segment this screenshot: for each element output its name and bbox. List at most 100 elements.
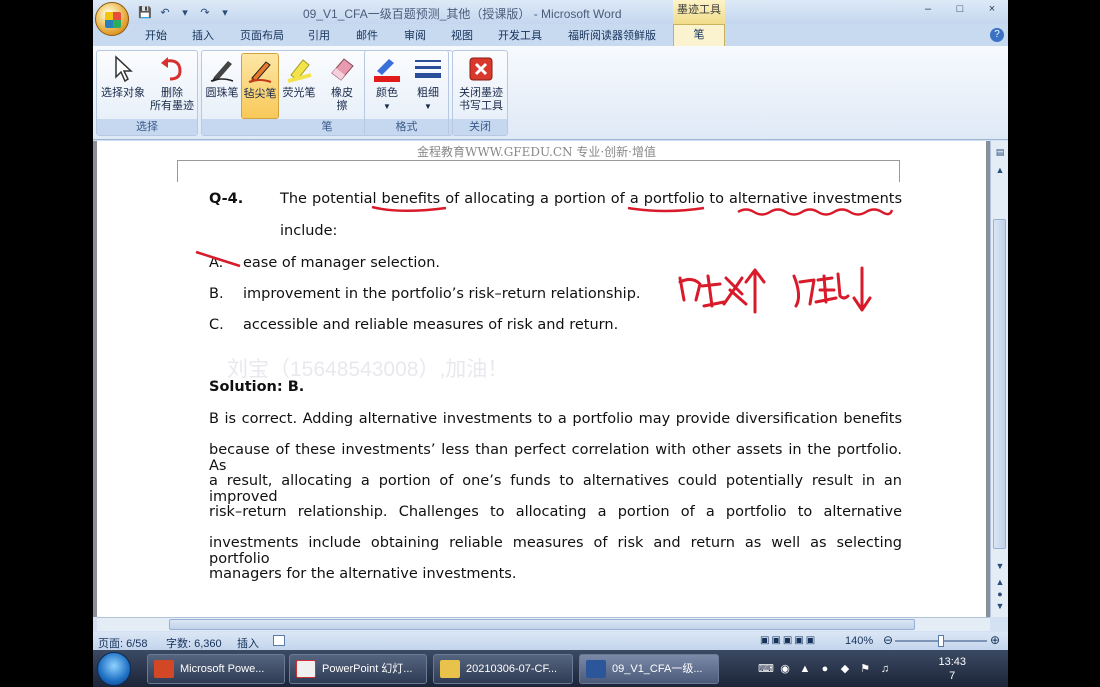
system-tray: ⌨ ◉ ▲ ● ◆ ⚑ ♫ <box>758 650 1008 687</box>
keyboard-icon[interactable]: ⌨ <box>758 662 774 676</box>
ink-tools-context-title: 墨迹工具 <box>673 0 725 24</box>
question-line-1: The potential benefits of allocating a p… <box>280 191 902 207</box>
margin-corner-right <box>899 160 900 182</box>
color-pen-icon <box>371 53 403 85</box>
undo-icon[interactable]: ↶ <box>157 4 173 20</box>
highlighter-icon <box>283 53 315 85</box>
header-divider <box>177 160 899 161</box>
word-icon <box>586 660 606 678</box>
previous-page-icon[interactable]: ▲ <box>994 577 1006 589</box>
undo-red-arrow-icon <box>156 53 188 85</box>
scroll-up-icon[interactable]: ▲ <box>994 165 1006 177</box>
scroll-down-icon[interactable]: ▼ <box>994 561 1006 573</box>
ruler-toggle-icon[interactable]: ▤ <box>994 147 1006 159</box>
zoom-in-icon[interactable]: ⊕ <box>990 633 1000 647</box>
line-weight-icon <box>412 53 444 85</box>
tab-home[interactable]: 开始 <box>145 27 167 43</box>
tab-review[interactable]: 审阅 <box>404 27 426 43</box>
tab-mailings[interactable]: 邮件 <box>356 27 378 43</box>
minimize-button[interactable]: – <box>912 0 944 20</box>
tab-page-layout[interactable]: 页面布局 <box>240 27 284 43</box>
window-title: 09_V1_CFA一级百题预测_其他（授课版） - Microsoft Word <box>303 7 622 21</box>
app-tray-icon[interactable]: ● <box>818 662 832 676</box>
help-icon[interactable]: ? <box>990 28 1004 42</box>
taskbar-item-slideshow[interactable]: PowerPoint 幻灯... <box>289 654 427 684</box>
solution-line-2: because of these investments’ less than … <box>209 442 902 474</box>
volume-icon[interactable]: ♫ <box>878 662 892 676</box>
word-count[interactable]: 字数: 6,360 <box>166 635 222 651</box>
office-button[interactable] <box>95 2 129 36</box>
tab-insert[interactable]: 插入 <box>192 27 214 43</box>
clock[interactable]: 13:43 7 <box>938 655 966 683</box>
select-object-button[interactable]: 选择对象 <box>100 53 146 100</box>
taskbar: Microsoft Powe... PowerPoint 幻灯... 20210… <box>93 650 1008 687</box>
action-center-icon[interactable]: ⚑ <box>858 662 872 676</box>
next-page-icon[interactable]: ▼ <box>994 601 1006 613</box>
office-logo-icon <box>105 12 121 28</box>
eraser-button[interactable]: 橡皮 擦 <box>322 53 362 113</box>
shield-icon[interactable]: ◆ <box>838 662 852 676</box>
option-c-text: accessible and reliable measures of risk… <box>243 317 619 333</box>
redo-icon[interactable]: ↷ <box>197 4 213 20</box>
page-count[interactable]: 页面: 6/58 <box>98 635 148 651</box>
save-icon[interactable]: 💾 <box>137 4 153 20</box>
taskbar-item-folder[interactable]: 20210306-07-CF... <box>433 654 573 684</box>
undo-dropdown-icon[interactable]: ▾ <box>177 4 193 20</box>
question-line-2: include: <box>280 223 338 239</box>
solution-line-4: risk–return relationship. Challenges to … <box>209 504 902 520</box>
macro-record-icon[interactable] <box>273 635 285 646</box>
close-button[interactable]: × <box>976 0 1008 20</box>
zoom-slider-handle[interactable] <box>938 635 944 647</box>
group-select: 选择对象 删除 所有墨迹 选择 <box>96 50 198 136</box>
taskbar-item-word[interactable]: 09_V1_CFA一级... <box>579 654 719 684</box>
margin-corner-left <box>177 160 178 182</box>
tab-developer[interactable]: 开发工具 <box>498 27 542 43</box>
close-ink-tools-button[interactable]: 关闭墨迹 书写工具 <box>455 53 507 113</box>
taskbar-item-powerpoint[interactable]: Microsoft Powe... <box>147 654 285 684</box>
zoom-out-icon[interactable]: ⊖ <box>883 633 893 647</box>
network-icon[interactable]: ◉ <box>778 662 792 676</box>
option-c-letter: C. <box>209 317 224 333</box>
group-label-select: 选择 <box>97 119 197 135</box>
view-mode-icons[interactable]: ▣▣▣▣▣ <box>760 635 817 646</box>
felt-tip-pen-button[interactable]: 毡尖笔 <box>241 53 279 119</box>
option-a-letter: A. <box>209 255 224 271</box>
customize-qat-icon[interactable]: ▾ <box>217 4 233 20</box>
vertical-scrollbar[interactable]: ▤ ▲ ▼ ▲ ● ▼ <box>990 141 1008 617</box>
solution-line-6: managers for the alternative investments… <box>209 566 517 582</box>
tab-foxit-reader[interactable]: 福昕阅读器领鲜版 <box>568 27 656 43</box>
powerpoint-icon <box>154 660 174 678</box>
tab-view[interactable]: 视图 <box>451 27 473 43</box>
solution-line-5: investments include obtaining reliable m… <box>209 535 902 567</box>
ribbon: 选择对象 删除 所有墨迹 选择 圆珠笔 毡尖笔 荧光笔 橡皮 擦 笔 颜色 ▼ … <box>93 46 1008 140</box>
highlighter-button[interactable]: 荧光笔 <box>280 53 318 100</box>
tab-references[interactable]: 引用 <box>308 27 330 43</box>
browse-object-icon[interactable]: ● <box>994 589 1006 601</box>
insert-mode[interactable]: 插入 <box>237 635 259 651</box>
slideshow-icon <box>296 660 316 678</box>
ink-color-button[interactable]: 颜色 ▼ <box>367 53 407 113</box>
ink-weight-button[interactable]: 粗细 ▼ <box>408 53 448 113</box>
group-label-close: 关闭 <box>453 119 507 135</box>
felt-tip-pen-icon <box>244 54 276 86</box>
document-page[interactable]: 金程教育WWW.GFEDU.CN 专业·创新·增值 刘宝（15648543008… <box>97 141 986 617</box>
cursor-arrow-icon <box>107 53 139 85</box>
ballpoint-pen-button[interactable]: 圆珠笔 <box>204 53 240 100</box>
delete-all-ink-button[interactable]: 删除 所有墨迹 <box>147 53 197 113</box>
solution-line-1: B is correct. Adding alternative investm… <box>209 411 902 427</box>
close-red-x-icon <box>465 53 497 85</box>
start-button[interactable] <box>97 652 131 686</box>
page-header: 金程教育WWW.GFEDU.CN 专业·创新·增值 <box>417 145 656 159</box>
security-icon[interactable]: ▲ <box>798 662 812 676</box>
status-bar: 页面: 6/58 字数: 6,360 插入 ▣▣▣▣▣ 140% ⊖ ⊕ <box>93 632 1008 650</box>
zoom-level[interactable]: 140% <box>845 635 873 647</box>
horizontal-scrollbar[interactable] <box>97 617 990 631</box>
horizontal-scroll-thumb[interactable] <box>169 619 915 630</box>
quick-access-toolbar: 💾 ↶ ▾ ↷ ▾ <box>137 4 233 20</box>
vertical-scroll-thumb[interactable] <box>993 219 1006 549</box>
option-b-text: improvement in the portfolio’s risk–retu… <box>243 286 641 302</box>
ballpoint-pen-icon <box>206 53 238 85</box>
tab-pen[interactable]: 笔 <box>673 24 725 46</box>
solution-line-3: a result, allocating a portion of one’s … <box>209 473 902 505</box>
maximize-button[interactable]: □ <box>944 0 976 20</box>
